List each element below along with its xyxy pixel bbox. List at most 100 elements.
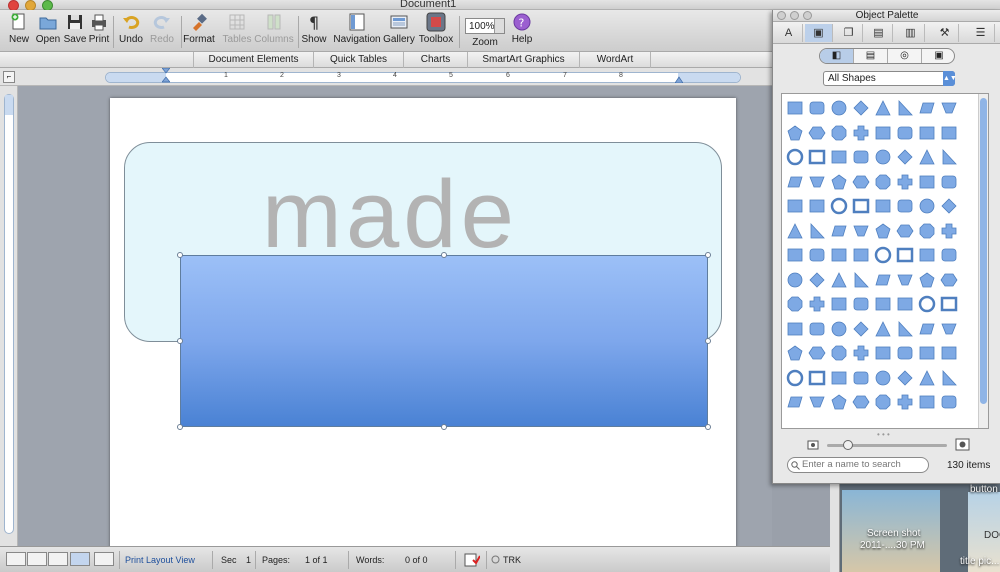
desktop-file-label[interactable]: button <box>970 484 998 495</box>
shape-thumbnail[interactable] <box>916 194 938 219</box>
shape-thumbnail[interactable] <box>872 170 894 195</box>
shape-thumbnail[interactable] <box>872 243 894 268</box>
shape-thumbnail[interactable] <box>916 219 938 244</box>
tab-quick-tables[interactable]: Quick Tables <box>313 52 403 68</box>
palette-tab-object-icon[interactable]: ▣ <box>805 24 833 42</box>
shape-thumbnail[interactable] <box>938 194 960 219</box>
shape-thumbnail[interactable] <box>828 194 850 219</box>
shape-thumbnail[interactable] <box>828 317 850 342</box>
save-button[interactable]: Save <box>62 12 88 45</box>
shape-thumbnail[interactable] <box>938 96 960 121</box>
shape-thumbnail[interactable] <box>806 121 828 146</box>
tab-document-elements[interactable]: Document Elements <box>193 52 313 68</box>
undo-button[interactable]: Undo <box>116 12 146 45</box>
palette-close-button[interactable] <box>777 11 786 20</box>
shape-thumbnail[interactable] <box>806 268 828 293</box>
desktop-file-label[interactable]: Screen shot <box>867 528 920 539</box>
draft-view-button[interactable] <box>6 552 26 566</box>
shape-thumbnail[interactable] <box>872 317 894 342</box>
navigation-button[interactable]: Navigation <box>333 12 381 45</box>
show-button[interactable]: ¶ Show <box>300 12 328 45</box>
publishing-view-button[interactable] <box>48 552 68 566</box>
resize-handle-bottom-left[interactable] <box>177 424 183 430</box>
shape-thumbnail[interactable] <box>872 121 894 146</box>
gallery-button[interactable]: Gallery <box>383 12 415 45</box>
shape-thumbnail[interactable] <box>806 292 828 317</box>
shape-thumbnail[interactable] <box>850 219 872 244</box>
shape-thumbnail[interactable] <box>850 390 872 415</box>
object-palette-titlebar[interactable]: Object Palette <box>773 10 1000 22</box>
shape-thumbnail[interactable] <box>806 317 828 342</box>
shape-thumbnail[interactable] <box>916 341 938 366</box>
shape-thumbnail[interactable] <box>828 121 850 146</box>
palette-tab-media-icon[interactable]: ▤ <box>865 24 893 42</box>
shape-thumbnail[interactable] <box>894 366 916 391</box>
shape-thumbnail[interactable] <box>916 243 938 268</box>
shape-thumbnail[interactable] <box>938 341 960 366</box>
shape-thumbnail[interactable] <box>872 341 894 366</box>
track-changes-label[interactable]: TRK <box>503 555 521 565</box>
shape-thumbnail[interactable] <box>806 96 828 121</box>
shape-thumbnail[interactable] <box>806 366 828 391</box>
shape-thumbnail[interactable] <box>916 268 938 293</box>
shape-thumbnail[interactable] <box>850 243 872 268</box>
shape-thumbnail[interactable] <box>938 219 960 244</box>
shape-thumbnail[interactable] <box>872 219 894 244</box>
shape-thumbnail[interactable] <box>806 341 828 366</box>
shape-thumbnail[interactable] <box>806 170 828 195</box>
shape-thumbnail[interactable] <box>850 341 872 366</box>
shape-thumbnail[interactable] <box>894 292 916 317</box>
outline-view-button[interactable] <box>27 552 47 566</box>
shape-thumbnail[interactable] <box>784 366 806 391</box>
document-canvas[interactable]: made <box>18 86 772 546</box>
palette-zoom-button[interactable] <box>803 11 812 20</box>
shape-thumbnail[interactable] <box>828 219 850 244</box>
shape-thumbnail[interactable] <box>872 366 894 391</box>
shape-thumbnail[interactable] <box>872 145 894 170</box>
horizontal-ruler[interactable]: 1 2 3 4 5 6 7 8 <box>105 68 741 83</box>
track-changes-icon[interactable] <box>491 555 500 564</box>
shape-thumbnail[interactable] <box>894 121 916 146</box>
shape-thumbnail[interactable] <box>806 145 828 170</box>
selected-rectangle-shape[interactable] <box>180 255 708 427</box>
redo-button[interactable]: Redo <box>147 12 177 45</box>
document-page[interactable]: made <box>110 98 736 546</box>
shape-thumbnail[interactable] <box>828 366 850 391</box>
vertical-ruler[interactable] <box>4 94 14 534</box>
print-layout-view-button[interactable] <box>70 552 90 566</box>
spelling-check-icon[interactable] <box>464 553 480 567</box>
shape-thumbnail[interactable] <box>850 317 872 342</box>
right-indent-marker-icon[interactable] <box>675 76 683 83</box>
shape-thumbnail[interactable] <box>916 366 938 391</box>
shape-thumbnail[interactable] <box>850 366 872 391</box>
shape-thumbnail[interactable] <box>828 145 850 170</box>
tab-smartart-graphics[interactable]: SmartArt Graphics <box>467 52 579 68</box>
thumbnail-size-knob[interactable] <box>843 440 853 450</box>
shape-thumbnail[interactable] <box>938 170 960 195</box>
shape-thumbnail[interactable] <box>850 145 872 170</box>
shape-thumbnail[interactable] <box>784 317 806 342</box>
shape-thumbnail[interactable] <box>894 194 916 219</box>
new-button[interactable]: New <box>4 12 34 45</box>
shape-thumbnail[interactable] <box>850 268 872 293</box>
notebook-view-button[interactable] <box>94 552 114 566</box>
shape-thumbnail[interactable] <box>784 390 806 415</box>
shape-thumbnail[interactable] <box>806 243 828 268</box>
palette-minimize-button[interactable] <box>790 11 799 20</box>
palette-tab-toolbox-icon[interactable]: ☰ <box>967 24 995 42</box>
tab-wordart[interactable]: WordArt <box>579 52 651 68</box>
shape-thumbnail[interactable] <box>894 219 916 244</box>
shape-thumbnail[interactable] <box>828 341 850 366</box>
zoom-button[interactable]: Zoom <box>466 35 504 48</box>
shape-thumbnail[interactable] <box>894 243 916 268</box>
symbols-category-icon[interactable]: ◎ <box>888 49 922 63</box>
shape-thumbnail[interactable] <box>894 145 916 170</box>
resize-handle-bottom[interactable] <box>441 424 447 430</box>
shape-thumbnail[interactable] <box>784 268 806 293</box>
desktop-file-label[interactable]: 2011-....30 PM <box>860 540 925 551</box>
shape-thumbnail[interactable] <box>938 121 960 146</box>
shape-grid-scroll-thumb[interactable] <box>980 98 987 404</box>
shape-thumbnail[interactable] <box>828 292 850 317</box>
toolbox-button[interactable]: Toolbox <box>418 12 454 45</box>
shape-thumbnail[interactable] <box>916 292 938 317</box>
